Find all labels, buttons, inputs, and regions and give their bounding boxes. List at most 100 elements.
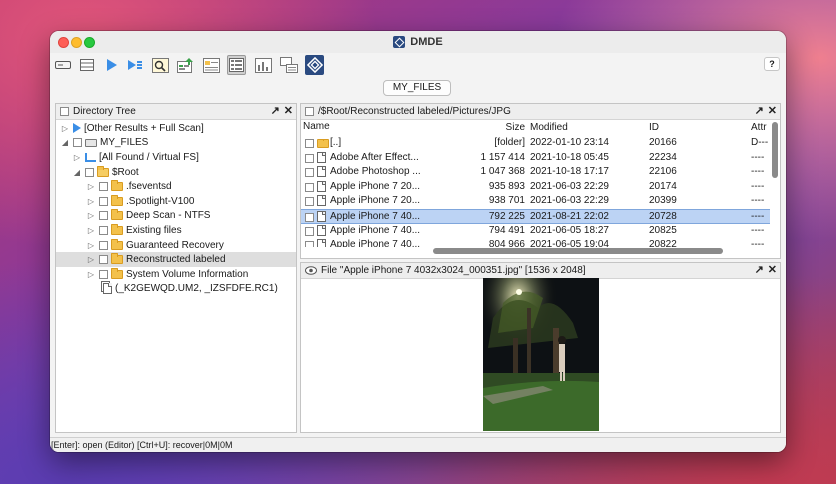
tree-checkbox[interactable] bbox=[99, 196, 108, 206]
tree-item-my-files[interactable]: ◢ MY_FILES bbox=[56, 136, 296, 151]
close-window-button[interactable] bbox=[58, 37, 69, 48]
row-checkbox[interactable] bbox=[305, 153, 314, 163]
close-icon[interactable]: ✕ bbox=[768, 105, 777, 118]
file-row[interactable]: Adobe Photoshop ... 1 047 368 2021-10-18… bbox=[301, 165, 770, 180]
expand-arrow-icon[interactable]: ▷ bbox=[86, 211, 96, 220]
horizontal-scrollbar[interactable] bbox=[433, 248, 723, 254]
directory-tree-header: Directory Tree ↗ ✕ bbox=[56, 104, 296, 120]
row-checkbox[interactable] bbox=[305, 197, 314, 207]
list-icon bbox=[79, 59, 94, 71]
tree-item-deep-scan[interactable]: ▷ Deep Scan - NTFS bbox=[56, 209, 296, 224]
grid-view-button[interactable] bbox=[227, 55, 246, 75]
expand-icon[interactable]: ↗ bbox=[755, 105, 764, 118]
expand-arrow-icon[interactable]: ▷ bbox=[86, 197, 96, 206]
collapse-arrow-icon[interactable]: ◢ bbox=[72, 168, 82, 177]
directory-tree-title: Directory Tree bbox=[73, 106, 136, 117]
tree-checkbox[interactable] bbox=[99, 255, 108, 265]
collapse-arrow-icon[interactable]: ◢ bbox=[60, 138, 70, 147]
tree-item-label: [Other Results + Full Scan] bbox=[84, 122, 204, 134]
expand-arrow-icon[interactable]: ▷ bbox=[86, 182, 96, 191]
file-attr: ---- bbox=[751, 224, 765, 236]
open-list-button[interactable] bbox=[125, 55, 144, 75]
grid-view-icon bbox=[229, 58, 244, 72]
expand-arrow-icon[interactable]: ▷ bbox=[60, 124, 70, 133]
row-checkbox[interactable] bbox=[305, 139, 314, 148]
file-list-header: /$Root/Reconstructed labeled/Pictures/JP… bbox=[301, 104, 780, 120]
tree-checkbox[interactable] bbox=[99, 269, 108, 279]
file-attr: ---- bbox=[751, 180, 765, 192]
row-checkbox[interactable] bbox=[305, 226, 314, 236]
chart-icon bbox=[255, 57, 272, 73]
col-id-header[interactable]: ID bbox=[649, 121, 709, 135]
file-row[interactable]: [..] [folder] 2022-01-10 23:14 20166 D--… bbox=[301, 136, 770, 151]
tree-item-fseventsd[interactable]: ▷ .fseventsd bbox=[56, 179, 296, 194]
file-name: Apple iPhone 7 20... bbox=[330, 195, 421, 207]
expand-arrow-icon[interactable]: ▷ bbox=[72, 153, 82, 162]
col-name-header[interactable]: Name bbox=[303, 121, 330, 132]
copy-button[interactable] bbox=[279, 55, 298, 75]
tree-checkbox[interactable] bbox=[99, 225, 108, 235]
recover-button[interactable] bbox=[176, 55, 195, 75]
close-icon[interactable]: ✕ bbox=[768, 264, 777, 277]
tree-checkbox[interactable] bbox=[73, 138, 82, 148]
col-modified-header[interactable]: Modified bbox=[530, 121, 640, 135]
minimize-window-button[interactable] bbox=[71, 37, 82, 48]
tree-item-files-rc1[interactable]: (_K2GEWQD.UM2, _IZSFDFE.RC1) bbox=[56, 282, 296, 297]
tree-item-guaranteed-recovery[interactable]: ▷ Guaranteed Recovery bbox=[56, 238, 296, 253]
file-id: 20399 bbox=[649, 195, 677, 207]
close-icon[interactable]: ✕ bbox=[284, 105, 293, 118]
tree-item-other-results[interactable]: ▷ [Other Results + Full Scan] bbox=[56, 121, 296, 136]
tab-my-files[interactable]: MY_FILES bbox=[383, 80, 451, 96]
file-row[interactable]: Adobe After Effect... 1 157 414 2021-10-… bbox=[301, 151, 770, 166]
row-checkbox[interactable] bbox=[305, 241, 314, 248]
list-button[interactable] bbox=[77, 55, 96, 75]
row-checkbox[interactable] bbox=[305, 213, 314, 222]
file-name: Adobe Photoshop ... bbox=[330, 166, 421, 178]
tree-item-reconstructed-labeled[interactable]: ▷ Reconstructed labeled bbox=[56, 252, 296, 267]
folder-icon bbox=[111, 209, 123, 221]
row-checkbox[interactable] bbox=[305, 182, 314, 192]
expand-arrow-icon[interactable]: ▷ bbox=[86, 270, 96, 279]
file-modified: 2021-06-05 18:27 bbox=[530, 224, 609, 236]
open-button[interactable] bbox=[101, 55, 120, 75]
file-size: 1 047 368 bbox=[480, 166, 526, 178]
help-button[interactable]: ? bbox=[764, 57, 780, 71]
tree-checkbox[interactable] bbox=[85, 167, 94, 177]
expand-arrow-icon[interactable]: ▷ bbox=[86, 241, 96, 250]
search-button[interactable] bbox=[151, 55, 170, 75]
file-row[interactable]: Apple iPhone 7 40... 794 491 2021-06-05 … bbox=[301, 224, 770, 239]
tree-item-existing-files[interactable]: ▷ Existing files bbox=[56, 223, 296, 238]
chart-button[interactable] bbox=[254, 55, 273, 75]
drive-button[interactable] bbox=[53, 55, 72, 75]
file-size: 935 893 bbox=[488, 180, 525, 192]
tree-checkbox[interactable] bbox=[99, 240, 108, 250]
file-row-selected[interactable]: Apple iPhone 7 40... 792 225 2021-08-21 … bbox=[301, 209, 770, 224]
file-attr: ---- bbox=[751, 239, 765, 248]
file-row[interactable]: Apple iPhone 7 20... 938 701 2021-06-03 … bbox=[301, 194, 770, 209]
tree-item-system-volume[interactable]: ▷ System Volume Information bbox=[56, 267, 296, 282]
folder-icon bbox=[111, 180, 123, 192]
col-size-header[interactable]: Size bbox=[451, 121, 525, 135]
dmde-button[interactable] bbox=[305, 55, 324, 75]
expand-icon[interactable]: ↗ bbox=[755, 264, 764, 277]
expand-icon[interactable]: ↗ bbox=[271, 105, 280, 118]
maximize-window-button[interactable] bbox=[84, 37, 95, 48]
file-size: 804 966 bbox=[488, 239, 525, 248]
file-modified: 2021-08-21 22:02 bbox=[530, 211, 609, 222]
expand-arrow-icon[interactable]: ▷ bbox=[86, 255, 96, 264]
folder-icon bbox=[111, 194, 123, 206]
panel-checkbox[interactable] bbox=[60, 107, 69, 116]
row-checkbox[interactable] bbox=[305, 168, 314, 178]
folder-view-button[interactable] bbox=[202, 55, 221, 75]
file-row[interactable]: Apple iPhone 7 20... 935 893 2021-06-03 … bbox=[301, 180, 770, 195]
file-id: 20174 bbox=[649, 180, 677, 192]
tree-checkbox[interactable] bbox=[99, 211, 108, 221]
tree-item-spotlight[interactable]: ▷ .Spotlight-V100 bbox=[56, 194, 296, 209]
file-row[interactable]: Apple iPhone 7 40... 804 966 2021-06-05 … bbox=[301, 238, 770, 248]
expand-arrow-icon[interactable]: ▷ bbox=[86, 226, 96, 235]
tree-item-root[interactable]: ◢ $Root bbox=[56, 165, 296, 180]
tree-checkbox[interactable] bbox=[99, 182, 108, 192]
vertical-scrollbar[interactable] bbox=[772, 122, 778, 178]
tree-item-all-found[interactable]: ▷ [All Found / Virtual FS] bbox=[56, 150, 296, 165]
panel-checkbox[interactable] bbox=[305, 107, 314, 116]
